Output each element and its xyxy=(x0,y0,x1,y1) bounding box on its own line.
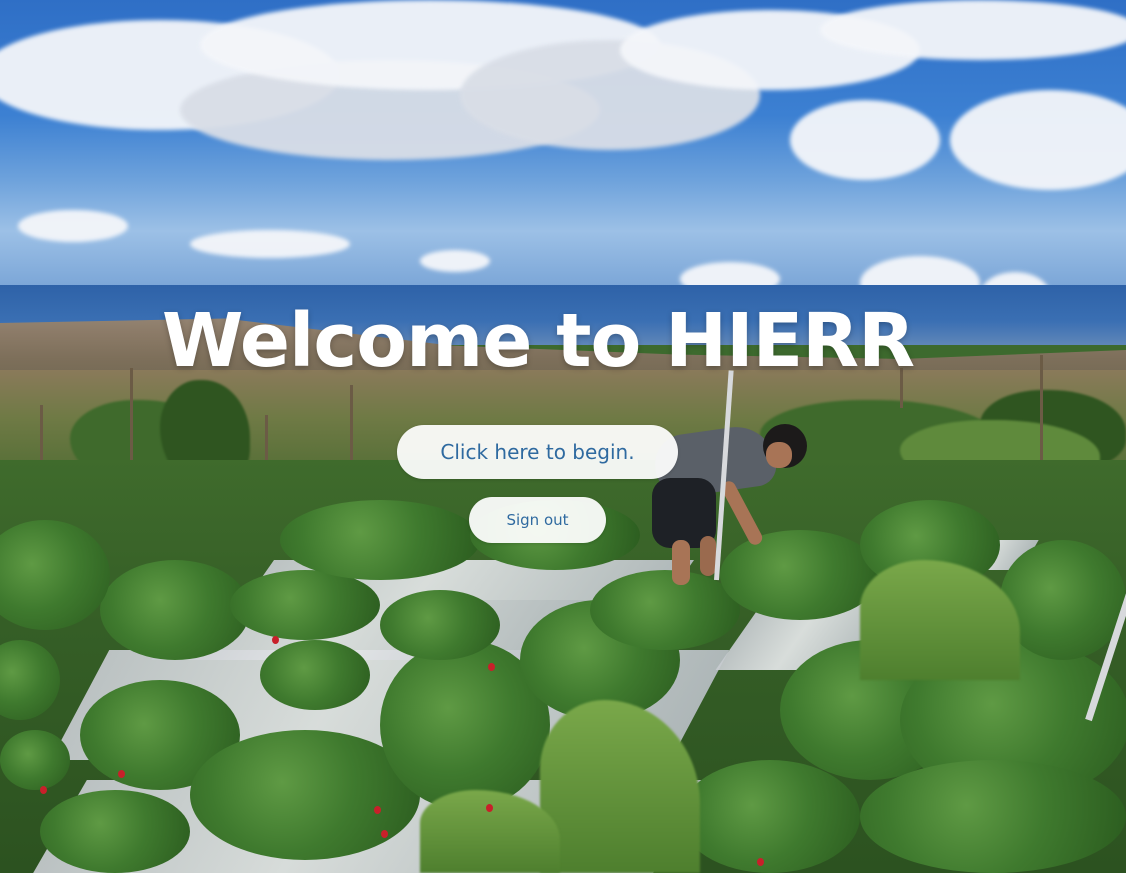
page-title: Welcome to HIERR xyxy=(161,298,915,384)
sign-out-button[interactable]: Sign out xyxy=(469,497,606,543)
begin-button[interactable]: Click here to begin. xyxy=(397,425,678,479)
hero-overlay: Welcome to HIERR Click here to begin. Si… xyxy=(0,0,1126,873)
background-photo: Welcome to HIERR Click here to begin. Si… xyxy=(0,0,1126,873)
